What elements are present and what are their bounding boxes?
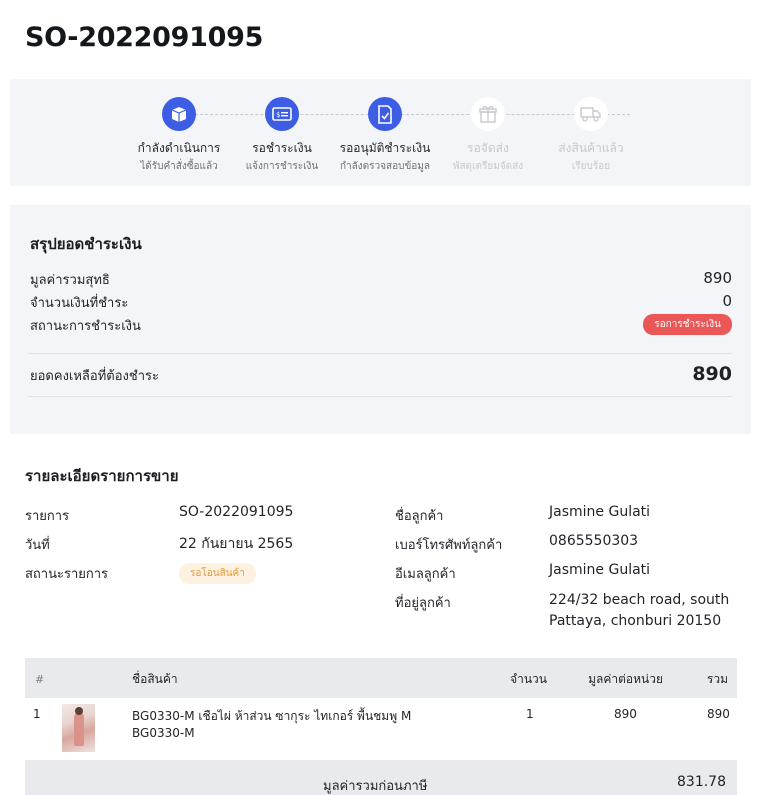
column-header-index: # [35, 673, 45, 686]
row-quantity: 1 [526, 707, 534, 721]
step-sublabel: ได้รับคำสั่งซื้อแล้ว [140, 161, 218, 172]
customer-email-label: อีเมลลูกค้า [395, 567, 456, 582]
row-index: 1 [33, 707, 41, 721]
box-icon [162, 97, 196, 131]
row-total: 890 [707, 707, 730, 721]
net-total-value: 890 [703, 269, 732, 287]
step-label: รอชำระเงิน [252, 141, 312, 155]
order-status-label: สถานะรายการ [25, 567, 109, 582]
items-table-header: # ชื่อสินค้า จำนวน มูลค่าต่อหน่วย รวม [25, 658, 737, 698]
customer-name-value: Jasmine Gulati [549, 504, 651, 520]
divider [28, 353, 732, 354]
customer-phone-value: 0865550303 [549, 533, 639, 549]
product-thumbnail[interactable] [62, 704, 95, 752]
paid-amount-label: จำนวนเงินที่ชำระ [30, 296, 129, 311]
step-awaiting-approval: รออนุมัติชำระเงิน กำลังตรวจสอบข้อมูล [330, 97, 440, 174]
product-name: BG0330-M เชือไผ่ ห้าส่วน ซากุระ ไทเกอร์ … [132, 709, 412, 723]
balance-value: 890 [692, 363, 732, 385]
payment-status-row: สถานะการชำระเงิน รอการชำระเงิน [30, 314, 732, 335]
step-sublabel: กำลังตรวจสอบข้อมูล [339, 161, 431, 172]
subtotal-label: มูลค่ารวมก่อนภาษี [323, 779, 428, 794]
balance-label: ยอดคงเหลือที่ต้องชำระ [30, 369, 159, 384]
customer-address-value: 224/32 beach road, south Pattaya, chonbu… [549, 590, 749, 632]
payment-status-badge: รอการชำระเงิน [643, 314, 732, 335]
payment-card-icon: $ [265, 97, 299, 131]
net-total-label: มูลค่ารวมสุทธิ [30, 273, 110, 288]
date-label: วันที่ [25, 538, 50, 553]
order-status-badge: รอโอนสินค้า [179, 563, 256, 584]
customer-phone-label: เบอร์โทรศัพท์ลูกค้า [395, 538, 503, 553]
customer-email-value: Jasmine Gulati [549, 562, 651, 578]
date-value: 22 กันยายน 2565 [179, 536, 294, 552]
product-sku: BG0330-M [132, 726, 195, 740]
paid-amount-value: 0 [722, 292, 732, 310]
step-sublabel: พัสดุเตรียมจัดส่ง [452, 161, 524, 172]
payment-summary-heading: สรุปยอดชำระเงิน [30, 235, 142, 253]
step-awaiting-shipment: รอจัดส่ง พัสดุเตรียมจัดส่ง [433, 97, 543, 174]
subtotal-value: 831.78 [677, 774, 726, 790]
page-title: SO-2022091095 [25, 22, 264, 53]
column-header-total: รวม [706, 672, 728, 686]
svg-text:$: $ [276, 111, 280, 119]
subtotal-row: มูลค่ารวมก่อนภาษี 831.78 [25, 760, 737, 795]
step-processing: กำลังดำเนินการ ได้รับคำสั่งซื้อแล้ว [124, 97, 234, 174]
step-awaiting-payment: $ รอชำระเงิน แจ้งการชำระเงิน [227, 97, 337, 174]
sale-details-heading: รายละเอียดรายการขาย [25, 467, 179, 485]
order-label: รายการ [25, 509, 70, 524]
customer-address-label: ที่อยู่ลูกค้า [395, 596, 451, 611]
step-sublabel: แจ้งการชำระเงิน [245, 161, 319, 172]
paid-amount-row: จำนวนเงินที่ชำระ 0 [30, 292, 732, 312]
document-check-icon [368, 97, 402, 131]
gift-box-icon [471, 97, 505, 131]
step-label: กำลังดำเนินการ [137, 141, 221, 155]
column-header-quantity: จำนวน [510, 672, 547, 686]
column-header-product-name: ชื่อสินค้า [132, 672, 178, 686]
address-line: Pattaya, chonburi 20150 [549, 613, 722, 629]
step-label: รอจัดส่ง [467, 141, 509, 155]
payment-summary-panel: สรุปยอดชำระเงิน มูลค่ารวมสุทธิ 890 จำนวน… [10, 205, 751, 434]
step-shipped: ส่งสินค้าแล้ว เรียบร้อย [536, 97, 646, 174]
step-sublabel: เรียบร้อย [571, 161, 611, 172]
divider [28, 396, 732, 397]
order-progress-panel: กำลังดำเนินการ ได้รับคำสั่งซื้อแล้ว $ รอ… [10, 79, 751, 186]
column-header-unit-price: มูลค่าต่อหน่วย [588, 672, 663, 686]
customer-name-label: ชื่อลูกค้า [395, 509, 444, 524]
step-label: ส่งสินค้าแล้ว [558, 141, 624, 155]
truck-icon [574, 97, 608, 131]
net-total-row: มูลค่ารวมสุทธิ 890 [30, 269, 732, 289]
address-line: 224/32 beach road, south [549, 592, 730, 608]
row-unit-price: 890 [614, 707, 637, 721]
payment-status-label: สถานะการชำระเงิน [30, 319, 141, 334]
order-value: SO-2022091095 [179, 504, 294, 520]
step-label: รออนุมัติชำระเงิน [339, 141, 431, 155]
